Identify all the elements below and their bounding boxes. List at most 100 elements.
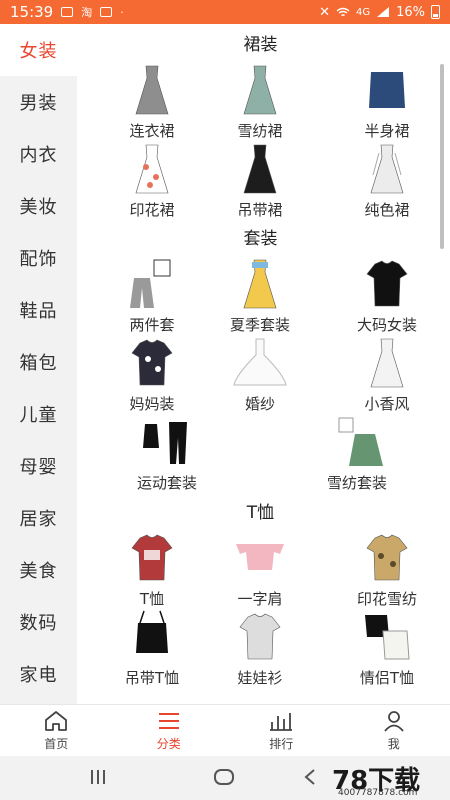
category-item-label: 一字肩 [237,590,283,608]
category-item[interactable]: 吊带裙 [200,141,320,219]
content-scrollbar[interactable] [440,64,444,249]
recents-button[interactable] [88,768,108,786]
back-button[interactable] [300,768,320,786]
chiffon-set-icon [327,414,387,470]
sidebar-item[interactable]: 美妆 [0,180,77,232]
category-item[interactable]: 雪纺裙 [200,62,320,140]
category-item-label: 吊带T恤 [124,669,180,687]
category-item-label: 情侣T恤 [359,669,415,687]
couple-tee-icon [357,609,417,665]
category-item[interactable]: 婚纱 [200,335,320,413]
category-sidebar: 女装 男装 内衣 美妆 配饰 鞋品 箱包 儿童 母婴 居家 美食 数码 家电 [0,24,77,704]
sidebar-item[interactable]: 配饰 [0,232,77,284]
tab-home[interactable]: 首页 [0,705,113,756]
sidebar-item[interactable]: 内衣 [0,128,77,180]
category-item-label: 两件套 [129,316,175,334]
category-item-label: 半身裙 [364,122,410,140]
category-item[interactable]: 印花裙 [92,141,212,219]
category-item-label: 大码女装 [356,316,417,334]
category-item-label: 娃娃衫 [237,669,283,687]
category-item[interactable]: T恤 [92,530,212,608]
red-graphic-tee-icon [122,530,182,586]
sidebar-item[interactable]: 箱包 [0,336,77,388]
category-item[interactable]: 小香风 [327,335,444,413]
mom-floral-top-icon [122,335,182,391]
category-item-label: 夏季套装 [229,316,290,334]
category-item-label: 连衣裙 [129,122,175,140]
category-item-label: 印花雪纺 [356,590,417,608]
sidebar-item[interactable]: 儿童 [0,388,77,440]
doll-shirt-icon [230,609,290,665]
black-slip-dress-icon [230,141,290,197]
home-nav-icon [214,769,234,785]
category-item[interactable]: 大码女装 [327,256,444,334]
category-item[interactable]: 印花雪纺 [327,530,444,608]
section-title: 裙装 [243,35,278,55]
watermark-url: 4007787878.com [338,788,418,798]
category-item[interactable]: 夏季套装 [200,256,320,334]
denim-skirt-icon [357,62,417,118]
battery-percent: 16% [396,4,425,20]
print-dress-icon [122,141,182,197]
sidebar-item[interactable]: 鞋品 [0,284,77,336]
category-item[interactable]: 雪纺套装 [297,414,417,492]
sidebar-item[interactable]: 数码 [0,596,77,648]
tab-category-label: 分类 [156,736,181,751]
summer-set-icon [230,256,290,312]
category-item[interactable]: 运动套装 [107,414,227,492]
bottom-tab-bar: 首页 分类 排行 我 [0,704,450,756]
category-item-label: 婚纱 [244,395,275,413]
category-item[interactable]: 妈妈装 [92,335,212,413]
sidebar-item[interactable]: 男装 [0,76,77,128]
back-icon [304,769,315,785]
category-item[interactable]: 连衣裙 [92,62,212,140]
category-item[interactable]: 吊带T恤 [92,609,212,687]
category-item-label: 雪纺裙 [237,122,283,140]
wedding-dress-icon [230,335,290,391]
category-item[interactable]: 一字肩 [200,530,320,608]
menu-icon [158,712,179,729]
category-item[interactable]: 两件套 [92,256,212,334]
category-item[interactable]: 情侣T恤 [327,609,444,687]
black-cami-icon [122,609,182,665]
sidebar-item[interactable]: 女装 [0,24,77,76]
watermark: 78下载 4007787878.com [332,760,442,800]
pink-off-shoulder-icon [230,530,290,586]
white-shirt-dress-icon [357,141,417,197]
section-title: T恤 [246,503,275,523]
white-tweed-dress-icon [357,335,417,391]
category-item-label: 印花裙 [129,201,175,219]
taobao-icon: 淘 [81,6,93,19]
floral-chiffon-dress-icon [230,62,290,118]
wifi-icon [336,7,350,16]
sidebar-item[interactable]: 居家 [0,492,77,544]
tab-ranking[interactable]: 排行 [225,705,338,756]
category-item[interactable]: 半身裙 [327,62,444,140]
gray-plaid-dress-icon [122,62,182,118]
tab-ranking-label: 排行 [269,736,294,751]
sidebar-item[interactable]: 美食 [0,544,77,596]
sidebar-item[interactable]: 母婴 [0,440,77,492]
status-bar: 15:39 淘 · ✕ 4G 16% [0,0,450,24]
category-item-label: 吊带裙 [237,201,283,219]
dot-icon: · [120,5,124,19]
bar-chart-icon [270,712,293,731]
category-item[interactable]: 纯色裙 [327,141,444,219]
category-item[interactable]: 娃娃衫 [200,609,320,687]
sidebar-item[interactable]: 家电 [0,648,77,700]
person-icon [384,710,404,732]
tab-me-label: 我 [387,736,400,751]
mute-icon: ✕ [319,4,330,20]
signal-icon [377,7,390,17]
category-item-label: T恤 [139,590,165,608]
status-time: 15:39 [10,3,54,21]
home-nav-button[interactable] [213,768,235,786]
print-chiffon-top-icon [357,530,417,586]
category-item-label: 小香风 [364,395,410,413]
battery-icon [431,5,440,19]
recents-icon [91,770,105,784]
category-item-label: 雪纺套装 [326,474,387,492]
tab-category[interactable]: 分类 [113,705,226,756]
sport-set-icon [137,414,197,470]
tab-me[interactable]: 我 [338,705,450,756]
